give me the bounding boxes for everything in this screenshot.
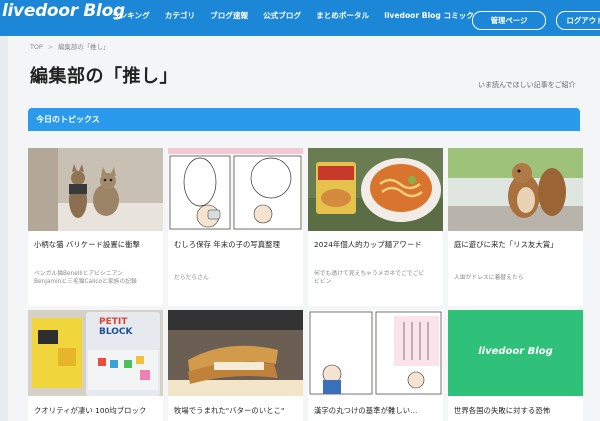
breadcrumb-separator: > [47,42,54,51]
article-title[interactable]: 庭に遊びに来た「リス友大賞」 [454,240,558,250]
article-thumbnail-kanji-comic[interactable] [308,310,443,396]
page-title: 編集部の「推し」 [30,66,178,87]
breadcrumb-current: 編集部の「推し」 [58,43,110,51]
article-thumbnail-cats[interactable] [28,148,163,231]
main-content: TOP > 編集部の「推し」 編集部の「推し」 いま読んでほしい記事をご紹介 今… [8,36,600,421]
article-title[interactable]: 牧場でうまれた"バターのいとこ" [174,406,284,416]
breadcrumb-home[interactable]: TOP [30,43,43,51]
article-thumbnail-livedoor-logo[interactable]: livedoor Blog [448,310,583,396]
section-header-today-topics: 今日のトピックス [28,108,580,131]
package-text-petit: PETIT [99,317,128,327]
article-thumbnail-squirrel[interactable] [448,148,583,231]
article-title[interactable]: むしろ保存 年末の子の写真整理 [174,240,280,250]
article-thumbnail-ramen[interactable] [308,148,443,231]
section-title: 今日のトピックス [36,115,100,124]
article-thumbnail-butter[interactable] [168,310,303,396]
article-card[interactable]: livedoor Blog 世界各国の失敗に対する恐怖 [448,310,583,421]
nav-blog-comic[interactable]: livedoor Blog コミック [384,10,474,21]
article-blog-name: 人虫がドレスに着替えたら [454,275,524,281]
page-subtitle: いま読んでほしい記事をご紹介 [478,81,576,89]
article-card[interactable]: 牧場でうまれた"バターのいとこ" [168,310,303,421]
article-card[interactable]: 漢字の丸つけの基準が難しい… [308,310,443,421]
nav-matome-portal[interactable]: まとめポータル [316,10,369,21]
livedoor-blog-logo[interactable]: livedoor Blog [2,1,125,21]
article-card[interactable]: 小柄な猫 バリケード設置に衝撃 ベンガル猫Benelliとアビシニアン Benj… [28,148,163,306]
article-title[interactable]: 漢字の丸つけの基準が難しい… [314,406,418,416]
main-nav: ランキング カテゴリ ブログ速報 公式ブログ まとめポータル livedoor … [112,10,489,21]
nav-ranking[interactable]: ランキング [112,10,150,21]
nav-category[interactable]: カテゴリ [165,10,195,21]
article-blog-name-cont: ビビン [314,279,332,285]
admin-page-button[interactable]: 管理ページ [472,11,546,30]
logout-button[interactable]: ログアウト [556,11,600,30]
top-navigation-bar: livedoor Blog ランキング カテゴリ ブログ速報 公式ブログ まとめ… [0,0,600,36]
article-blog-name: 何でも透けて見えちゃうメガネでごでごビ [314,271,425,277]
nav-blog-news[interactable]: ブログ速報 [210,10,248,21]
article-blog-name-cont: Benjaminと三毛猫Calicoと家族の記録 [34,279,137,285]
article-title[interactable]: 世界各国の失敗に対する恐怖 [454,406,550,416]
article-title[interactable]: 2024年個人的カップ麺アワード [314,240,422,250]
livedoor-blog-thumb-logo: livedoor Blog [478,346,553,357]
nav-official-blog[interactable]: 公式ブログ [263,10,301,21]
article-thumbnail-blocks[interactable]: PETIT BLOCK [28,310,163,396]
package-text-block: BLOCK [99,327,133,337]
article-card[interactable]: 庭に遊びに来た「リス友大賞」 人虫がドレスに着替えたら [448,148,583,306]
article-title[interactable]: 小柄な猫 バリケード設置に衝撃 [34,240,140,250]
article-blog-name: だらだらさん [174,275,209,281]
article-thumbnail-comic[interactable] [168,148,303,231]
article-card[interactable]: 2024年個人的カップ麺アワード 何でも透けて見えちゃうメガネでごでごビ ビビン [308,148,443,306]
article-card[interactable]: PETIT BLOCK クオリティが凄い 100均ブロック [28,310,163,421]
article-card[interactable]: むしろ保存 年末の子の写真整理 だらだらさん [168,148,303,306]
breadcrumb: TOP > 編集部の「推し」 [30,42,110,52]
article-blog-name: ベンガル猫Benelliとアビシニアン [34,271,123,277]
article-title[interactable]: クオリティが凄い 100均ブロック [34,406,146,416]
